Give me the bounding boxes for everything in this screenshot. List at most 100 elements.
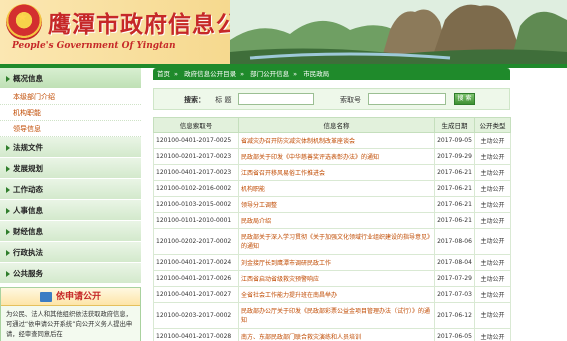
arrow-right-icon [6, 271, 10, 277]
breadcrumb-home[interactable]: 首页 [157, 70, 170, 78]
table-row[interactable]: 120100-0103-2015-0002 领导分工调整 2017-06-21 主动公… [153, 196, 511, 213]
cell-name[interactable]: 江西省召开移风易俗工作推进会 [238, 164, 435, 181]
info-table: 信息索取号 信息名称 生成日期 公开类型 120100-0401-2017-00… [153, 117, 511, 341]
table-row[interactable]: 120100-0101-2010-0001 民政局介绍 2017-06-21 主动公开 [153, 212, 511, 229]
sidebar-item-planning[interactable]: 发展规划 [0, 158, 141, 179]
col-header-name: 信息名称 [238, 117, 435, 133]
mountain-scenery-image [230, 0, 567, 64]
search-button[interactable]: 搜 索 [454, 93, 475, 105]
table-row[interactable]: 120100-0401-2017-0027 全省社会工作能力提升班在南昌举办 201… [153, 286, 511, 303]
site-subtitle: People's Government Of Yingtan [12, 41, 176, 51]
title-search-input[interactable] [238, 93, 314, 105]
cell-id: 120100-0401-2017-0028 [153, 328, 239, 341]
sidebar-subitem-functions[interactable]: 机构职能 [0, 105, 141, 121]
cell-name[interactable]: 机构职能 [238, 180, 435, 197]
search-label: 搜索： [184, 96, 205, 104]
cell-id: 120100-0401-2017-0024 [153, 254, 239, 271]
cell-id: 120100-0202-2017-0002 [153, 228, 239, 255]
cell-date: 2017-09-05 [434, 132, 475, 149]
arrow-right-icon [6, 166, 10, 172]
cell-type: 主动公开 [474, 286, 511, 303]
col-header-date: 生成日期 [434, 117, 475, 133]
doc-number-input[interactable] [368, 93, 446, 105]
table-row[interactable]: 120100-0401-2017-0023 江西省召开移风易俗工作推进会 2017-… [153, 164, 511, 181]
sidebar-item-personnel[interactable]: 人事信息 [0, 200, 141, 221]
cell-name[interactable]: 民政局介绍 [238, 212, 435, 229]
cell-date: 2017-06-21 [434, 180, 475, 197]
table-row[interactable]: 120100-0203-2017-0002 民政部办公厅关于印发《民政部彩票公益金… [153, 302, 511, 329]
arrow-right-icon [6, 145, 10, 151]
cell-name[interactable]: 刘金接厅长到鹰潭市调研民政工作 [238, 254, 435, 271]
cell-name[interactable]: 民政部关于深入学习贯彻《关于加强文化领域行业组织建设的指导意见》的通知 [238, 228, 435, 255]
sidebar-item-regulations[interactable]: 法规文件 [0, 137, 141, 158]
cell-name[interactable]: 领导分工调整 [238, 196, 435, 213]
cell-id: 120100-0203-2017-0002 [153, 302, 239, 329]
cell-date: 2017-06-05 [434, 328, 475, 341]
cell-id: 120100-0401-2017-0025 [153, 132, 239, 149]
cell-id: 120100-0102-2016-0002 [153, 180, 239, 197]
table-row[interactable]: 120100-0102-2016-0002 机构职能 2017-06-21 主动公开 [153, 180, 511, 197]
cell-date: 2017-07-29 [434, 270, 475, 287]
breadcrumb-current[interactable]: 市民政局 [303, 70, 329, 78]
sidebar-subitem-department-intro[interactable]: 本级部门介绍 [0, 89, 141, 105]
cell-type: 主动公开 [474, 270, 511, 287]
breadcrumb-catalog[interactable]: 政府信息公开目录 [184, 70, 236, 78]
national-emblem-icon [6, 4, 42, 40]
cell-type: 主动公开 [474, 180, 511, 197]
cell-type: 主动公开 [474, 328, 511, 341]
cell-type: 主动公开 [474, 302, 511, 329]
cell-type: 主动公开 [474, 132, 511, 149]
cell-name[interactable]: 江西省启动省级救灾预警响应 [238, 270, 435, 287]
cell-type: 主动公开 [474, 148, 511, 165]
sidebar-item-work-news[interactable]: 工作动态 [0, 179, 141, 200]
cell-type: 主动公开 [474, 228, 511, 255]
table-row[interactable]: 120100-0401-2017-0028 南方、东部民政部门联合救灾演练和人员培… [153, 328, 511, 341]
arrow-right-icon [6, 229, 10, 235]
cell-name[interactable]: 南方、东部民政部门联合救灾演练和人员培训 [238, 328, 435, 341]
sidebar-item-law-enforcement[interactable]: 行政执法 [0, 242, 141, 263]
title-field-label: 标 题 [215, 96, 232, 104]
cell-date: 2017-06-21 [434, 196, 475, 213]
cell-id: 120100-0101-2010-0001 [153, 212, 239, 229]
table-row[interactable]: 120100-0401-2017-0024 刘金接厅长到鹰潭市调研民政工作 2017… [153, 254, 511, 271]
sidebar-item-overview[interactable]: 概况信息 [0, 68, 141, 89]
sidebar-item-public-service[interactable]: 公共服务 [0, 263, 141, 284]
cell-id: 120100-0401-2017-0026 [153, 270, 239, 287]
apply-disclosure-text: 为公民、法人和其他组织依法获取政府信息，可通过“依申请公开系统”向公开义务人提出… [6, 311, 133, 338]
breadcrumb-department[interactable]: 部门公开信息 [250, 70, 289, 78]
cell-date: 2017-08-04 [434, 254, 475, 271]
main-panel: 首页» 政府信息公开目录» 部门公开信息» 市民政局 搜索： 标 题 索取号 搜… [153, 68, 511, 341]
cell-name[interactable]: 全省社会工作能力提升班在南昌举办 [238, 286, 435, 303]
apply-disclosure-heading[interactable]: 依申请公开 [1, 288, 140, 306]
cell-type: 主动公开 [474, 254, 511, 271]
cell-id: 120100-0103-2015-0002 [153, 196, 239, 213]
cell-id: 120100-0401-2017-0023 [153, 164, 239, 181]
sidebar: 概况信息 本级部门介绍 机构职能 领导信息 法规文件 发展规划 工作动态 人事信… [0, 68, 141, 341]
cell-date: 2017-08-06 [434, 228, 475, 255]
cell-date: 2017-06-21 [434, 164, 475, 181]
cell-date: 2017-07-03 [434, 286, 475, 303]
arrow-right-icon [6, 250, 10, 256]
arrow-right-icon [6, 187, 10, 193]
apply-disclosure-panel[interactable]: 依申请公开 为公民、法人和其他组织依法获取政府信息，可通过“依申请公开系统”向公… [0, 287, 141, 341]
table-row[interactable]: 120100-0201-2017-0023 民政部关于印发《中华慈善奖评选表彰办法… [153, 148, 511, 165]
cell-type: 主动公开 [474, 196, 511, 213]
cell-type: 主动公开 [474, 164, 511, 181]
cell-name[interactable]: 民政部办公厅关于印发《民政部彩票公益金项目管理办法（试行）》的通知 [238, 302, 435, 329]
cell-date: 2017-06-21 [434, 212, 475, 229]
cell-type: 主动公开 [474, 212, 511, 229]
col-header-type: 公开类型 [474, 117, 511, 133]
doc-number-label: 索取号 [340, 96, 361, 104]
arrow-right-icon [6, 208, 10, 214]
cell-name[interactable]: 民政部关于印发《中华慈善奖评选表彰办法》的通知 [238, 148, 435, 165]
sidebar-item-finance[interactable]: 财经信息 [0, 221, 141, 242]
table-row[interactable]: 120100-0401-2017-0026 江西省启动省级救灾预警响应 2017-0… [153, 270, 511, 287]
cell-date: 2017-09-29 [434, 148, 475, 165]
col-header-id: 信息索取号 [153, 117, 239, 133]
site-banner: 鹰潭市政府信息公开 People's Government Of Yingtan [0, 0, 567, 64]
sidebar-subitem-leaders[interactable]: 领导信息 [0, 121, 141, 137]
book-icon [39, 291, 52, 302]
table-row[interactable]: 120100-0202-2017-0002 民政部关于深入学习贯彻《关于加强文化领… [153, 228, 511, 255]
table-row[interactable]: 120100-0401-2017-0025 省减灾办召开防灾减灾体制机制改革座谈会… [153, 132, 511, 149]
cell-name[interactable]: 省减灾办召开防灾减灾体制机制改革座谈会 [238, 132, 435, 149]
